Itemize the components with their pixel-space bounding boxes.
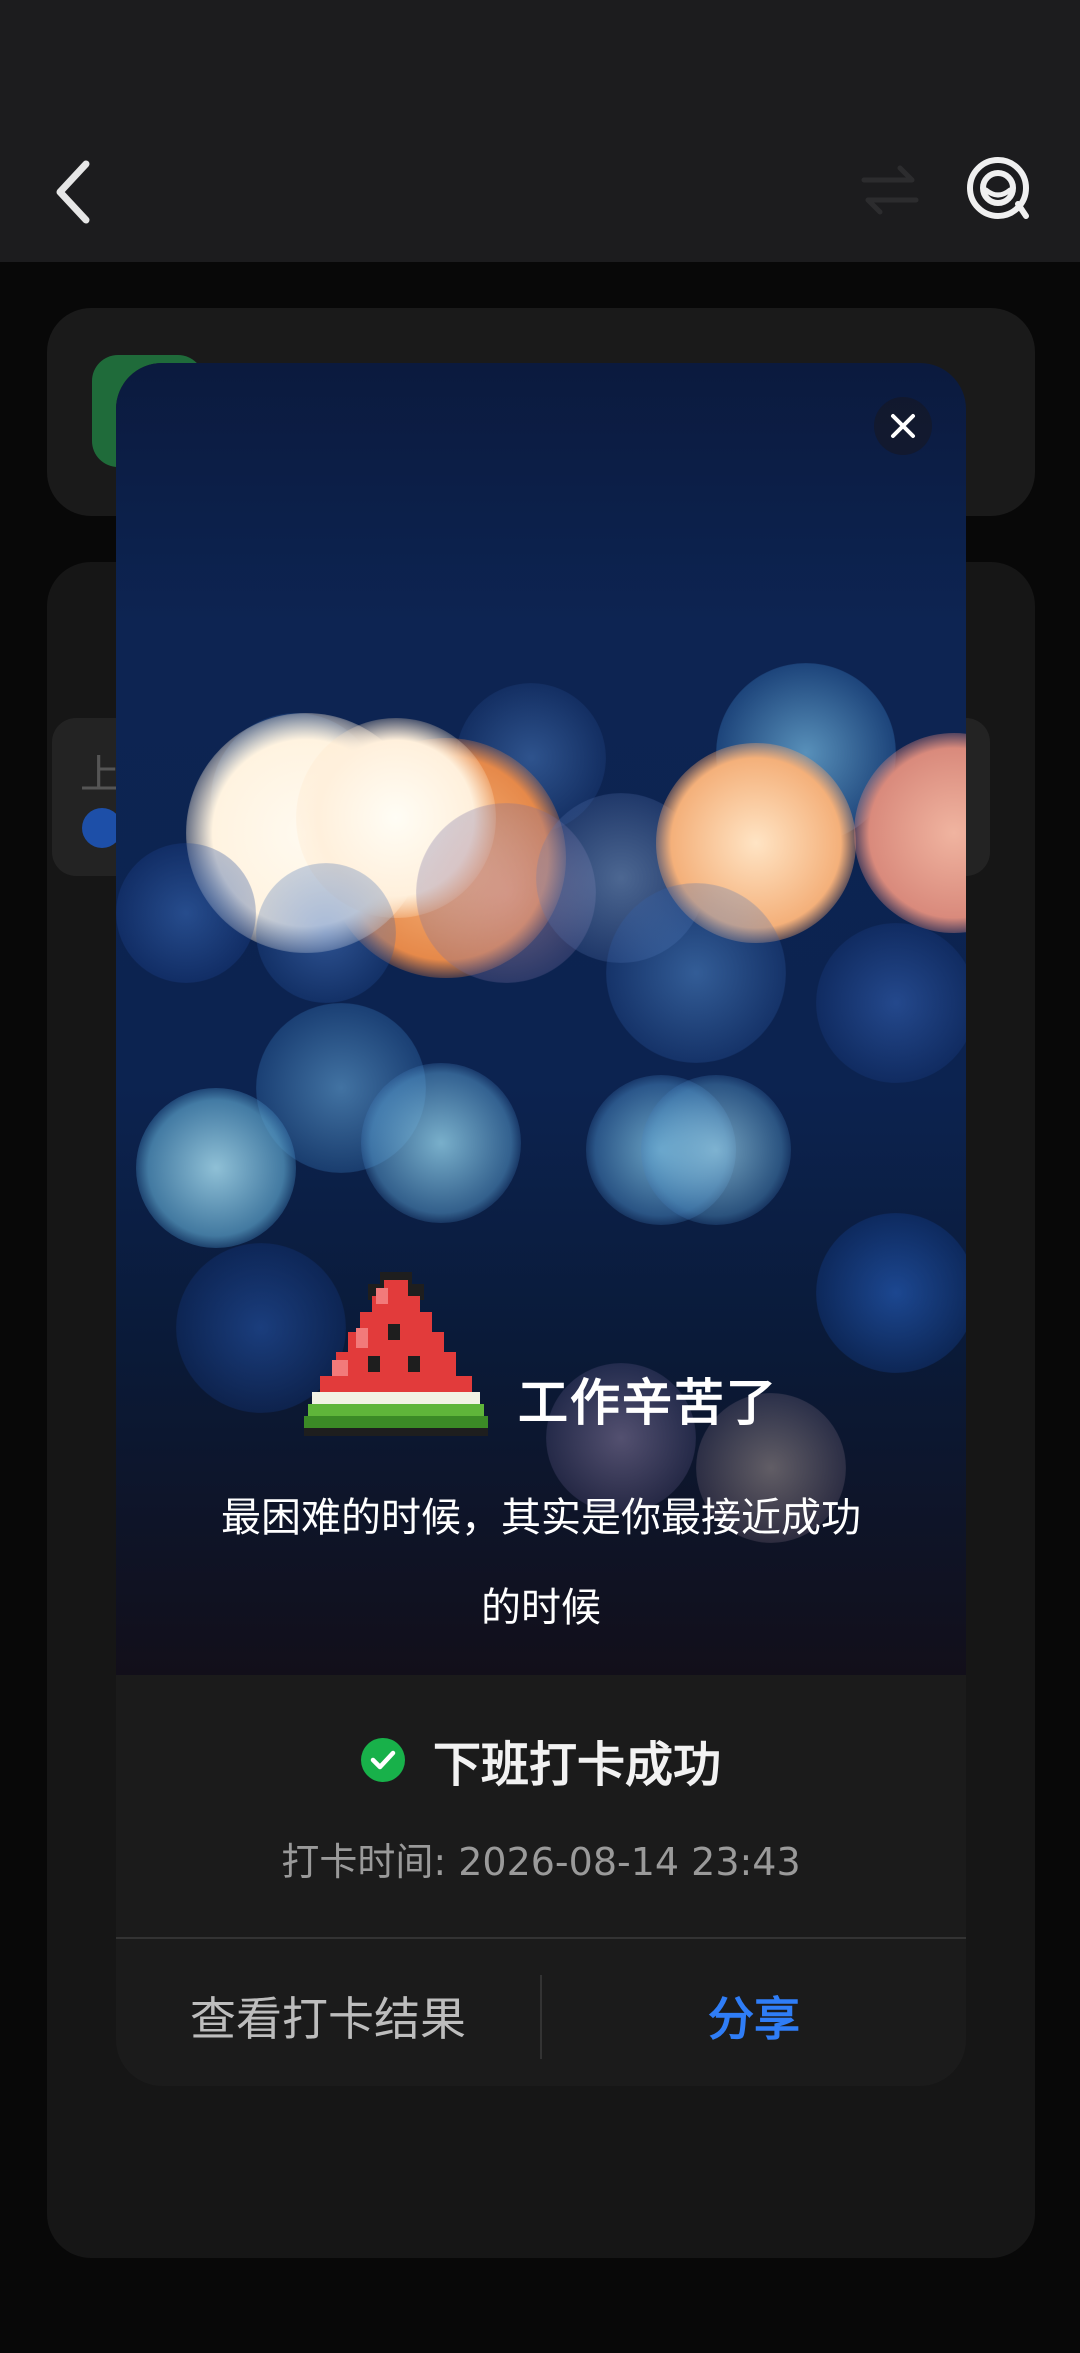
back-arrow-icon <box>56 160 90 224</box>
check-circle-icon <box>360 1738 405 1782</box>
status-text: 下班打卡成功 <box>432 1737 721 1793</box>
checkin-status: 下班打卡成功 <box>116 1725 966 1795</box>
greeting-headline: 工作辛苦了 <box>518 1374 778 1432</box>
close-icon <box>891 414 915 438</box>
checkin-time: 打卡时间: 2026-08-14 23:43 <box>281 1840 801 1884</box>
share-button[interactable]: 分享 <box>542 1953 966 2079</box>
switch-icon[interactable] <box>858 162 922 218</box>
motivation-text: 最困难的时候，其实是你最接近成功的时候 <box>221 1495 861 1631</box>
page-title <box>320 160 760 220</box>
background-row-label: 上 <box>80 752 120 798</box>
back-button[interactable] <box>48 156 100 228</box>
bokeh-photo: 工作辛苦了 最困难的时候，其实是你最接近成功的时候 <box>116 363 966 1675</box>
divider <box>116 1937 966 1939</box>
checkin-success-dialog: 工作辛苦了 最困难的时候，其实是你最接近成功的时候 下班打卡成功 打卡时间: 2… <box>116 363 966 2086</box>
top-bar <box>0 0 1080 262</box>
watermelon-icon <box>304 1272 488 1436</box>
assistant-icon[interactable] <box>960 152 1036 228</box>
close-button[interactable] <box>874 397 932 455</box>
view-result-button[interactable]: 查看打卡结果 <box>116 1953 540 2079</box>
